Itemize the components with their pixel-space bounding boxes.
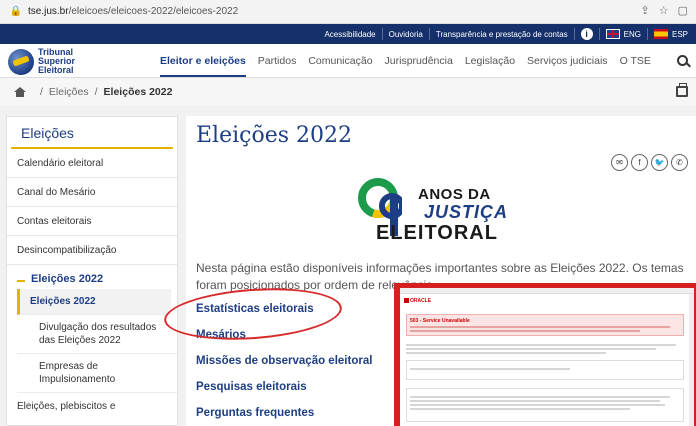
sidebar-subitem-divulgacao[interactable]: Divulgação dos resultados das Eleições 2… [17, 315, 177, 354]
subitem-line: das Eleições 2022 [39, 335, 121, 346]
text-line [410, 408, 630, 410]
breadcrumb-separator: / [94, 86, 98, 98]
divider [381, 28, 383, 40]
divider [646, 28, 648, 40]
link-perguntas[interactable]: Perguntas frequentes [196, 400, 372, 426]
logo-line3: Eleitoral [38, 65, 74, 75]
breadcrumb-separator: / [40, 86, 43, 98]
topbar-link-ombudsman[interactable]: Ouvidoria [389, 30, 423, 39]
browser-actions: ⇪ ☆ ▢ [641, 4, 689, 17]
oracle-logo-icon [404, 298, 409, 303]
tse-logo[interactable]: Tribunal Superior Eleitoral [8, 48, 75, 75]
main-navigation: Tribunal Superior Eleitoral Eleitor e el… [0, 44, 696, 78]
sidebar-subitem-eleicoes-2022[interactable]: Eleições 2022 [17, 289, 171, 315]
twitter-icon[interactable]: 🐦 [651, 154, 668, 171]
site-info-icon[interactable]: 🔒 [10, 6, 22, 18]
sidebar-item-calendario[interactable]: Calendário eleitoral [7, 149, 177, 178]
divider [598, 28, 600, 40]
text-line [410, 368, 570, 370]
link-missoes[interactable]: Missões de observação eleitoral [196, 348, 372, 374]
subitem-line: Empresas de [39, 361, 98, 372]
nav-item-eleitor-e-eleicoes[interactable]: Eleitor e eleições [160, 45, 246, 77]
error-screenshot-inset: ORACLE 503 - Service Unavailable [394, 283, 696, 426]
uk-flag-icon [605, 29, 620, 39]
divider [428, 28, 430, 40]
nav-item-partidos[interactable]: Partidos [258, 55, 297, 67]
url-text[interactable]: tse.jus.br/eleicoes/eleicoes-2022/eleico… [28, 6, 238, 17]
alert-text-line [410, 330, 640, 332]
inset-browser-bar [400, 288, 694, 294]
subitem-line: Divulgação dos resultados [39, 322, 157, 333]
text-line [406, 344, 676, 346]
sidebar-subitem-empresas[interactable]: Empresas de Impulsionamento [17, 354, 177, 393]
language-english[interactable]: ENG [605, 29, 641, 39]
nav-item-jurisprudencia[interactable]: Jurisprudência [385, 55, 453, 67]
language-spanish-label: ESP [671, 29, 688, 39]
text-line [406, 352, 606, 354]
subitem-line: Impulsionamento [39, 374, 116, 385]
url-path: /eleicoes/eleicoes-2022/eleicoes-2022 [68, 6, 239, 17]
sidebar-item-plebiscitos[interactable]: Eleições, plebiscitos e [7, 393, 177, 412]
error-heading: 503 - Service Unavailable [410, 318, 470, 324]
facebook-icon[interactable]: f [631, 154, 648, 171]
home-icon[interactable] [14, 87, 26, 97]
inset-page: ORACLE 503 - Service Unavailable [400, 288, 694, 426]
text-line [410, 396, 670, 398]
text-line [410, 404, 665, 406]
share-buttons: ✉ f 🐦 ✆ [611, 154, 688, 171]
printer-icon[interactable] [676, 83, 688, 97]
topbar-link-transparency[interactable]: Transparência e prestação de contas [436, 30, 568, 39]
nav-item-legislacao[interactable]: Legislação [465, 55, 515, 67]
breadcrumb-current: Eleições 2022 [103, 86, 173, 98]
inset-scrollbar [689, 294, 694, 426]
page: 🔒 tse.jus.br/eleicoes/eleicoes-2022/elei… [0, 0, 696, 426]
sidebar-title: Eleições [11, 117, 173, 149]
breadcrumb: / Eleições / Eleições 2022 [0, 78, 696, 106]
language-english-label: ENG [623, 29, 641, 39]
browser-url-bar[interactable]: 🔒 tse.jus.br/eleicoes/eleicoes-2022/elei… [0, 0, 696, 24]
search-icon[interactable] [677, 55, 688, 66]
banner-line2: JUSTIÇA [424, 202, 509, 222]
bookmark-star-icon[interactable]: ☆ [659, 4, 669, 17]
banner-line3: ELEITORAL [376, 222, 498, 244]
share-page-icon[interactable]: ⇪ [641, 4, 650, 17]
breadcrumb-eleicoes[interactable]: Eleições [49, 86, 89, 98]
oracle-brand: ORACLE [410, 298, 432, 304]
sidebar-item-canal-mesario[interactable]: Canal do Mesário [7, 178, 177, 207]
text-line [410, 400, 660, 402]
nav-items: Eleitor e eleições Partidos Comunicação … [160, 44, 663, 78]
error-alert: 503 - Service Unavailable [406, 314, 684, 336]
logo-text: Tribunal Superior Eleitoral [38, 48, 75, 75]
sidebar-item-contas[interactable]: Contas eleitorais [7, 207, 177, 236]
language-spanish[interactable]: ESP [653, 29, 688, 39]
sidebar: Eleições Calendário eleitoral Canal do M… [6, 116, 178, 426]
nav-item-o-tse[interactable]: O TSE [620, 55, 651, 67]
url-host: tse.jus.br [28, 6, 69, 17]
profile-icon[interactable]: ▢ [678, 4, 688, 17]
email-icon[interactable]: ✉ [611, 154, 628, 171]
divider [573, 28, 575, 40]
link-pesquisas[interactable]: Pesquisas eleitorais [196, 374, 372, 400]
tse-globe-icon [8, 48, 34, 75]
alert-text-line [410, 326, 670, 328]
page-title: Eleições 2022 [196, 123, 353, 148]
info-icon[interactable]: i [580, 28, 593, 40]
topbar-link-accessibility[interactable]: Acessibilidade [324, 30, 375, 39]
nav-item-servicos-judiciais[interactable]: Serviços judiciais [527, 55, 608, 67]
whatsapp-icon[interactable]: ✆ [671, 154, 688, 171]
text-line [406, 348, 656, 350]
sidebar-item-desincompatibilizacao[interactable]: Desincompatibilização [7, 236, 177, 265]
spain-flag-icon [653, 29, 668, 39]
detail-box [406, 360, 684, 380]
nav-item-comunicacao[interactable]: Comunicação [308, 55, 372, 67]
sidebar-group-eleicoes-2022[interactable]: Eleições 2022 [7, 265, 177, 285]
anniversary-banner: ANOS DA JUSTIÇA ELEITORAL [358, 178, 538, 250]
banner-line1: ANOS DA [418, 186, 491, 203]
top-utility-bar: Acessibilidade Ouvidoria Transparência e… [0, 24, 696, 44]
